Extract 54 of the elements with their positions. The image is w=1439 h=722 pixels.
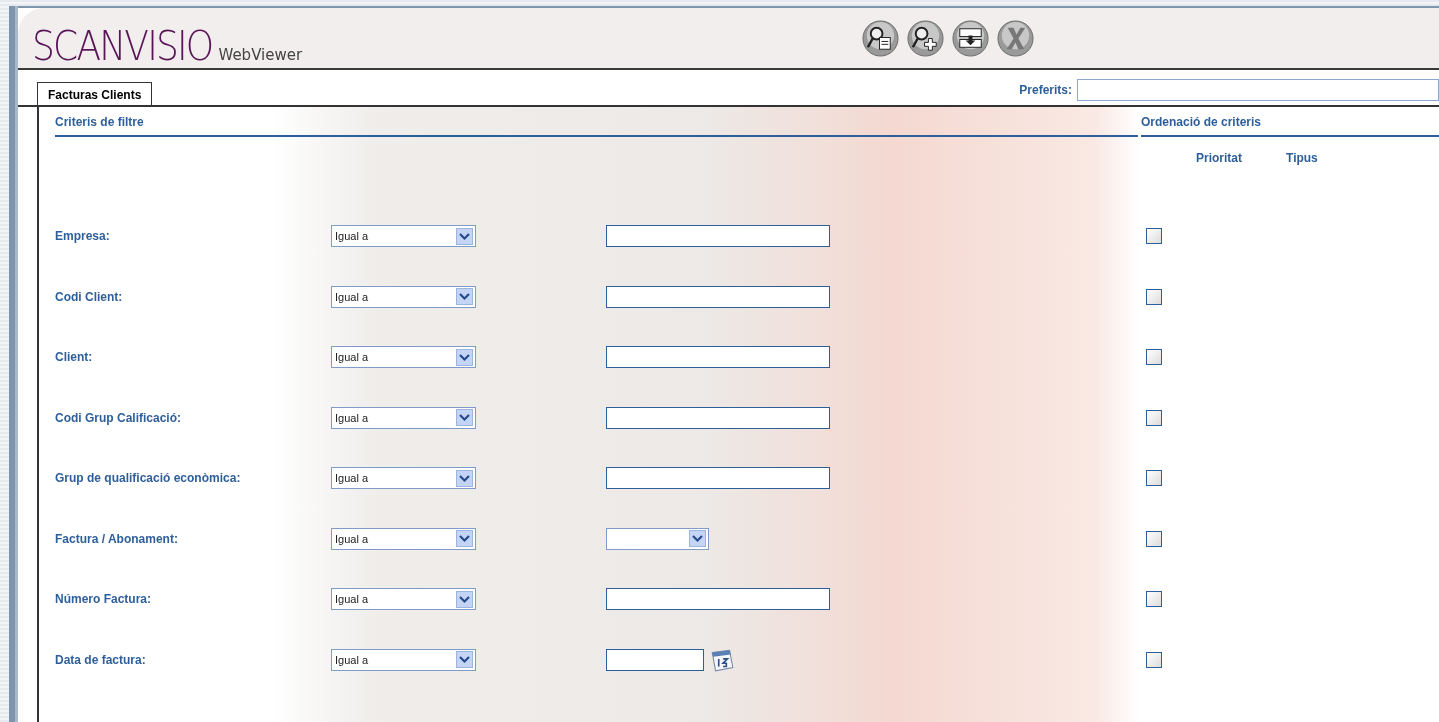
operator-dropdown[interactable]: Igual a xyxy=(331,285,476,308)
chevron-down-icon xyxy=(456,530,473,548)
operator-dropdown[interactable]: Igual a xyxy=(331,588,476,611)
field-label: Codi Grup Calificació: xyxy=(55,410,181,425)
close-icon[interactable] xyxy=(996,19,1035,58)
value-input-field[interactable] xyxy=(606,406,830,429)
field-label: Client: xyxy=(55,350,93,365)
field-label: Data de factura: xyxy=(55,652,146,667)
chevron-down-icon xyxy=(456,227,473,245)
calendar-icon[interactable] xyxy=(709,647,735,672)
chevron-down-icon xyxy=(456,288,473,306)
column-header: Tipus xyxy=(1286,151,1318,167)
logo-subtitle: WebViewer xyxy=(218,46,303,64)
chevron-down-icon xyxy=(689,530,706,548)
chevron-down-icon xyxy=(456,469,473,487)
checkbox[interactable] xyxy=(1146,470,1162,487)
value-input-field[interactable] xyxy=(606,588,830,611)
field-label: Grup de qualificació econòmica: xyxy=(55,471,241,486)
date-input-field[interactable] xyxy=(606,648,704,671)
section-title: Ordenació de criteris xyxy=(1141,115,1262,129)
tray-icon[interactable] xyxy=(951,19,990,58)
search-document-icon[interactable] xyxy=(861,19,900,58)
chevron-down-icon xyxy=(456,651,473,669)
value-input-field[interactable] xyxy=(606,346,830,369)
chevron-down-icon xyxy=(456,348,473,366)
operator-dropdown[interactable]: Igual a xyxy=(331,346,476,369)
field-label: Número Factura: xyxy=(55,592,152,607)
value-dropdown[interactable] xyxy=(606,527,709,550)
field-label: Empresa: xyxy=(55,229,110,244)
value-input-field[interactable] xyxy=(606,285,830,308)
checkbox[interactable] xyxy=(1146,288,1162,305)
search-add-icon[interactable] xyxy=(906,19,945,58)
checkbox[interactable] xyxy=(1146,349,1162,366)
operator-dropdown[interactable]: Igual a xyxy=(331,225,476,248)
logo-text: SCANVISIO xyxy=(32,24,213,68)
value-input-field[interactable] xyxy=(606,225,830,248)
favorites-label: Preferits: xyxy=(1019,83,1072,97)
column-header: Prioritat xyxy=(1196,151,1242,167)
checkbox[interactable] xyxy=(1146,591,1162,608)
section-title: Criteris de filtre xyxy=(55,115,144,129)
operator-dropdown[interactable]: Igual a xyxy=(331,648,476,671)
operator-dropdown[interactable]: Igual a xyxy=(331,467,476,490)
checkbox[interactable] xyxy=(1146,409,1162,426)
field-label: Codi Client: xyxy=(55,289,123,304)
chevron-down-icon xyxy=(456,590,473,608)
checkbox[interactable] xyxy=(1146,651,1162,668)
operator-dropdown[interactable]: Igual a xyxy=(331,527,476,550)
operator-dropdown[interactable]: Igual a xyxy=(331,406,476,429)
tab[interactable]: Facturas Clients xyxy=(37,82,153,105)
chevron-down-icon xyxy=(456,409,473,427)
checkbox[interactable] xyxy=(1146,228,1162,245)
value-input-field[interactable] xyxy=(606,467,830,490)
field-label: Factura / Abonament: xyxy=(55,531,178,546)
checkbox[interactable] xyxy=(1146,530,1162,547)
